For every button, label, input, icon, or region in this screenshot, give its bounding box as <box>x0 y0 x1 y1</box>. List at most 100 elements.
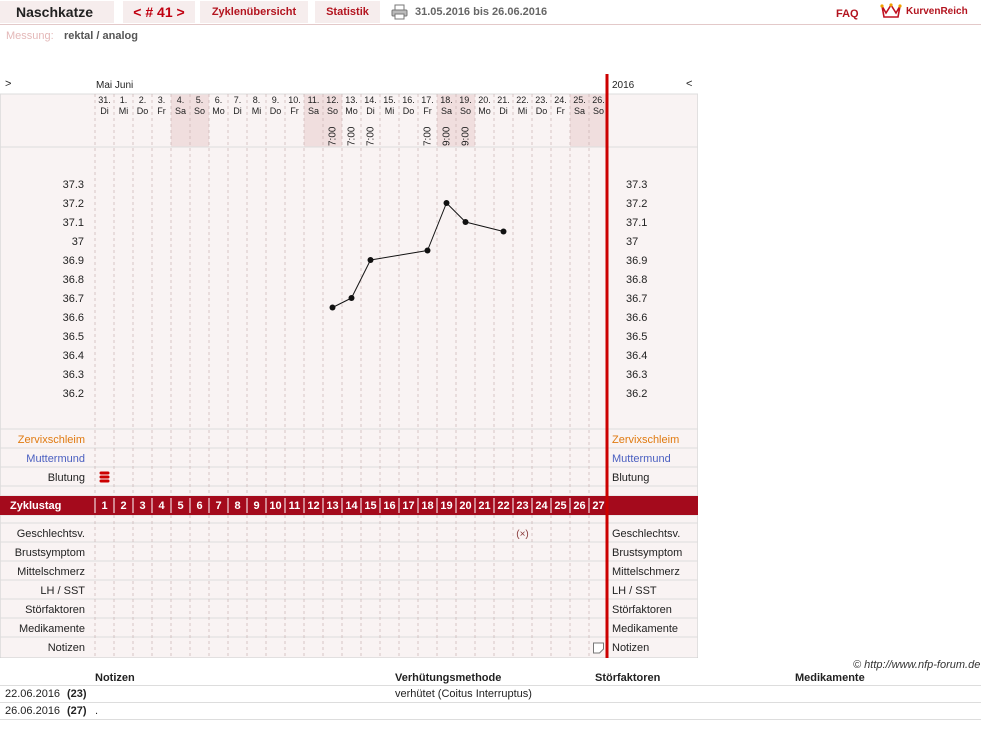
measure-time: 7:00 <box>328 126 339 146</box>
cycle-day-number: 15 <box>364 500 376 512</box>
logo[interactable]: KurvenReich <box>880 2 968 20</box>
temp-tick-left: 37 <box>72 236 84 248</box>
cycle-day-number: 7 <box>215 500 221 512</box>
row-label-left: Brustsymptom <box>15 547 85 559</box>
logo-text: KurvenReich <box>906 5 968 17</box>
day-weekday: Fr <box>157 106 166 116</box>
day-weekday: So <box>327 106 338 116</box>
day-weekday: Mi <box>119 106 129 116</box>
day-weekday: Di <box>499 106 508 116</box>
chart-background <box>0 74 698 658</box>
day-weekday: Sa <box>308 106 319 116</box>
day-date: 22. <box>516 95 529 105</box>
temp-point <box>443 200 450 206</box>
obs-label-left: Zervixschleim <box>18 434 85 446</box>
cycle-day-number: 20 <box>459 500 471 512</box>
day-date: 14. <box>364 95 377 105</box>
day-weekday: Mi <box>385 106 395 116</box>
cycle-day-number: 3 <box>139 500 145 512</box>
day-date: 5. <box>196 95 204 105</box>
temp-tick-left: 36.8 <box>63 274 84 286</box>
day-weekday: Sa <box>574 106 585 116</box>
cycle-chart: > Mai Juni 2016 <31.Di1.Mi2.Do3.Fr4.Sa5.So6… <box>0 74 698 658</box>
day-date: 9. <box>272 95 280 105</box>
day-weekday: Di <box>100 106 109 116</box>
printer-icon[interactable] <box>391 4 408 20</box>
day-date: 10. <box>288 95 301 105</box>
cycle-day-number: 2 <box>120 500 126 512</box>
notes-divider <box>0 702 981 703</box>
temp-tick-left: 36.4 <box>63 350 84 362</box>
cycle-day-number: 6 <box>196 500 202 512</box>
temp-tick-right: 37.3 <box>626 179 647 191</box>
day-date: 18. <box>440 95 453 105</box>
measure-time: 9:00 <box>442 126 453 146</box>
row-label-right: Geschlechtsv. <box>612 528 680 540</box>
day-date: 23. <box>535 95 548 105</box>
row-label-right: Notizen <box>612 642 649 654</box>
method-header: Verhütungsmethode <box>395 672 502 684</box>
copyright: © http://www.nfp-forum.de <box>853 659 981 671</box>
cycle-navigator[interactable]: < # 41 > <box>123 1 195 23</box>
day-weekday: Mo <box>478 106 491 116</box>
day-date: 19. <box>459 95 472 105</box>
row-label-right: LH / SST <box>612 585 657 597</box>
measure-time: 9:00 <box>461 126 472 146</box>
temp-point <box>348 295 355 301</box>
note-cycle-day: (23) <box>67 688 87 700</box>
cycle-day-number: 24 <box>535 500 548 512</box>
cycle-day-number: 11 <box>289 500 301 512</box>
note-text: . <box>95 705 99 717</box>
month-label: Mai Juni <box>96 80 133 91</box>
day-weekday: So <box>460 106 471 116</box>
temp-tick-right: 36.9 <box>626 255 647 267</box>
temp-tick-left: 36.9 <box>63 255 84 267</box>
notes-header: Notizen <box>95 672 135 684</box>
row-label-left: Störfaktoren <box>25 604 85 616</box>
obs-label-right: Blutung <box>612 472 649 484</box>
day-weekday: Mi <box>518 106 528 116</box>
note-method: verhütet (Coitus Interruptus) <box>395 688 532 700</box>
cycle-day-number: 1 <box>101 500 107 512</box>
cycle-day-number: 16 <box>383 500 395 512</box>
row-label-left: Medikamente <box>19 623 85 635</box>
bleeding-icon <box>99 475 110 479</box>
day-weekday: Mo <box>212 106 225 116</box>
header-divider <box>0 24 981 25</box>
day-date: 21. <box>497 95 510 105</box>
top-bar: Naschkatze < # 41 > Zyklenübersicht Stat… <box>0 0 981 25</box>
temp-tick-right: 36.5 <box>626 331 647 343</box>
intercourse-mark: (×) <box>516 529 529 540</box>
tab-statistics[interactable]: Statistik <box>315 1 380 23</box>
cycle-day-number: 12 <box>307 500 319 512</box>
meds-header: Medikamente <box>795 672 865 684</box>
day-date: 24. <box>554 95 567 105</box>
day-date: 12. <box>326 95 339 105</box>
row-label-left: Mittelschmerz <box>17 566 85 578</box>
obs-label-right: Muttermund <box>612 453 671 465</box>
tab-cycle-overview[interactable]: Zyklenübersicht <box>200 1 308 23</box>
cycle-day-number: 14 <box>345 500 358 512</box>
day-date: 11. <box>308 95 320 105</box>
crown-icon <box>880 3 902 18</box>
bleeding-icon <box>99 471 110 475</box>
temp-tick-right: 37.1 <box>626 217 647 229</box>
day-date: 7. <box>234 95 242 105</box>
note-date: 26.06.2016 <box>5 705 61 717</box>
faq-link[interactable]: FAQ <box>836 8 859 20</box>
temp-tick-left: 36.6 <box>63 312 84 324</box>
day-weekday: Do <box>137 106 149 116</box>
day-date: 26. <box>592 95 605 105</box>
temp-tick-right: 36.6 <box>626 312 647 324</box>
day-date: 8. <box>253 95 261 105</box>
day-date: 1. <box>120 95 128 105</box>
day-date: 6. <box>215 95 223 105</box>
cycle-day-number: 23 <box>516 500 528 512</box>
measure-time: 7:00 <box>347 126 358 146</box>
measurement-label: Messung: <box>6 30 54 42</box>
temp-point <box>367 257 374 263</box>
temp-tick-right: 36.4 <box>626 350 647 362</box>
row-label-right: Störfaktoren <box>612 604 672 616</box>
cycle-day-number: 26 <box>573 500 585 512</box>
temp-tick-left: 37.2 <box>63 198 84 210</box>
